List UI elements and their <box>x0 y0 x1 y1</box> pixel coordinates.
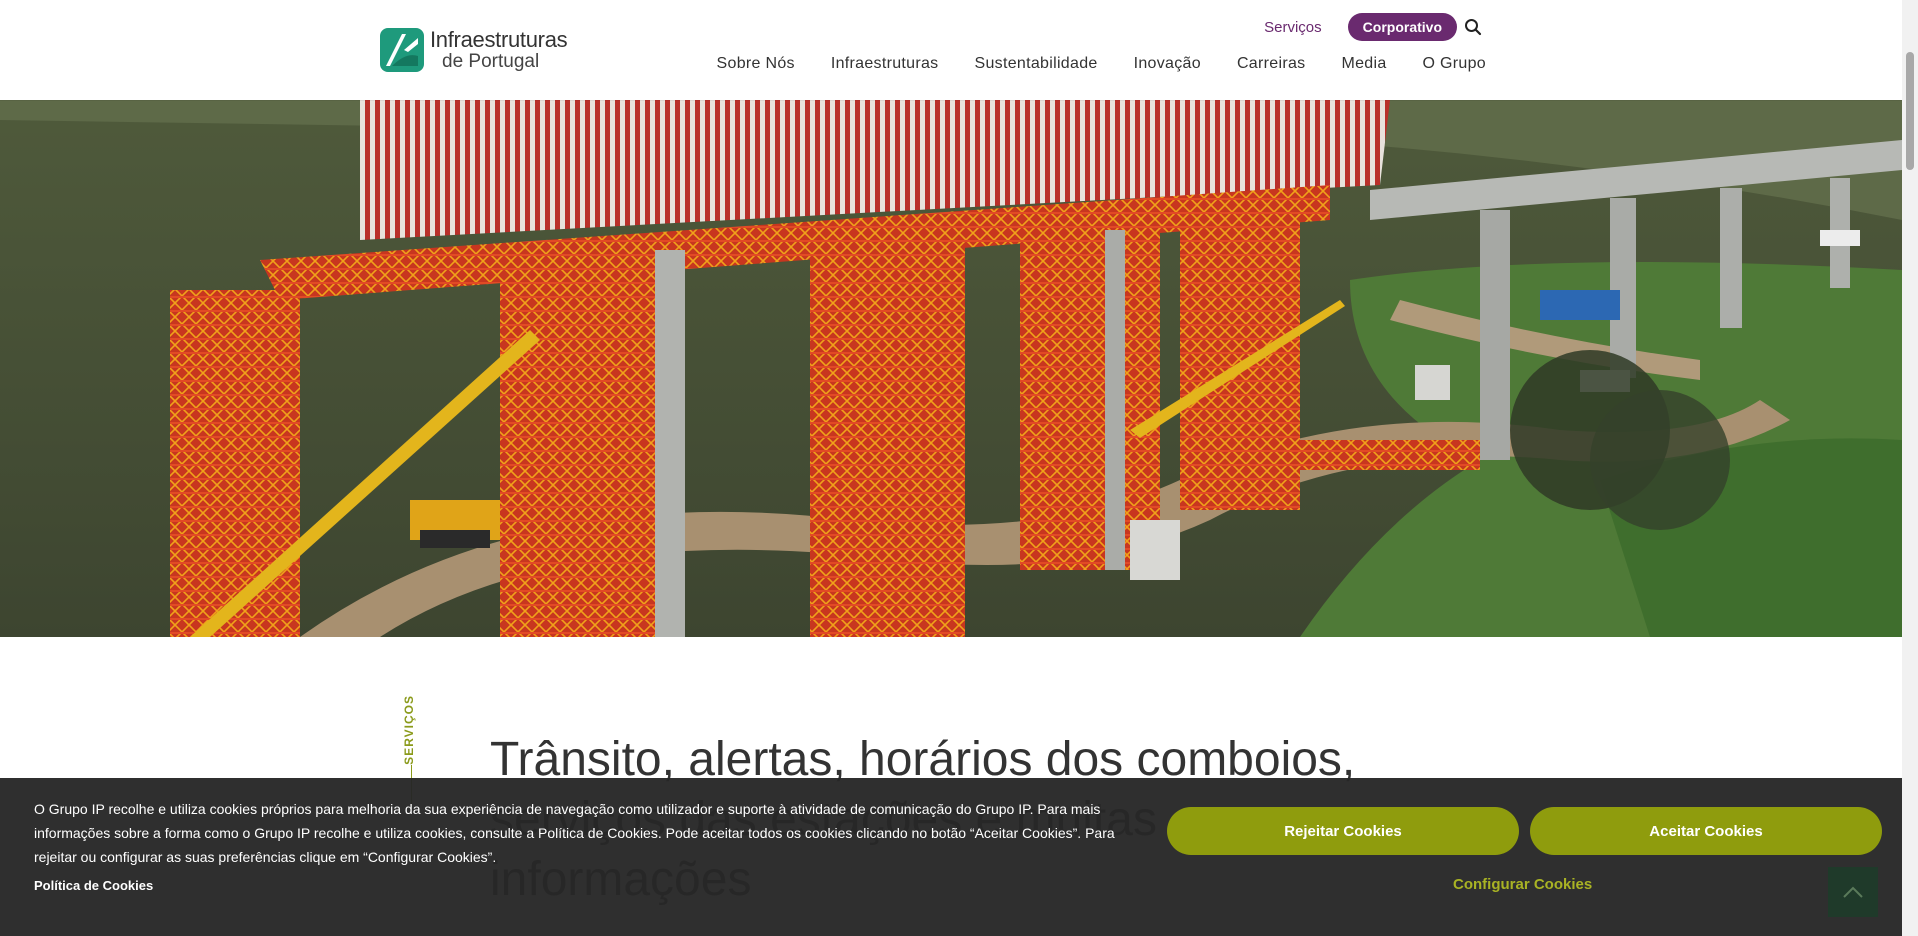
back-to-top-button[interactable] <box>1828 867 1878 917</box>
logo-mark-icon <box>380 28 424 72</box>
chevron-up-icon <box>1843 886 1863 898</box>
search-icon[interactable] <box>1464 18 1482 36</box>
accept-cookies-button[interactable]: Aceitar Cookies <box>1530 807 1882 855</box>
nav-inovacao[interactable]: Inovação <box>1134 55 1201 73</box>
reject-cookies-button[interactable]: Rejeitar Cookies <box>1167 807 1519 855</box>
nav-infraestruturas[interactable]: Infraestruturas <box>831 55 939 73</box>
main-nav: Sobre Nós Infraestruturas Sustentabilida… <box>681 55 1486 73</box>
nav-sustentabilidade[interactable]: Sustentabilidade <box>974 55 1097 73</box>
site-header: Infraestruturas de Portugal Serviços Cor… <box>0 0 1902 100</box>
page-scrollbar[interactable] <box>1902 0 1918 936</box>
logo-line2: de Portugal <box>442 51 540 72</box>
scrollbar-thumb[interactable] <box>1906 52 1914 170</box>
nav-carreiras[interactable]: Carreiras <box>1237 55 1306 73</box>
logo[interactable]: Infraestruturas de Portugal <box>380 27 568 72</box>
nav-media[interactable]: Media <box>1341 55 1386 73</box>
nav-o-grupo[interactable]: O Grupo <box>1423 55 1486 73</box>
hero-construction-illustration <box>0 100 1902 637</box>
nav-sobre-nos[interactable]: Sobre Nós <box>717 55 795 73</box>
corporativo-button[interactable]: Corporativo <box>1347 13 1457 41</box>
hero-image <box>0 100 1902 637</box>
cookie-policy-link[interactable]: Política de Cookies <box>34 878 153 893</box>
cookie-banner: O Grupo IP recolhe e utiliza cookies pró… <box>0 778 1902 936</box>
configure-cookies-button[interactable]: Configurar Cookies <box>1453 876 1592 893</box>
cookie-text: O Grupo IP recolhe e utiliza cookies pró… <box>34 801 1115 865</box>
logo-line1: Infraestruturas <box>430 27 568 52</box>
section-tag: SERVIÇOS <box>402 695 416 765</box>
servicos-link[interactable]: Serviços <box>1264 19 1322 36</box>
